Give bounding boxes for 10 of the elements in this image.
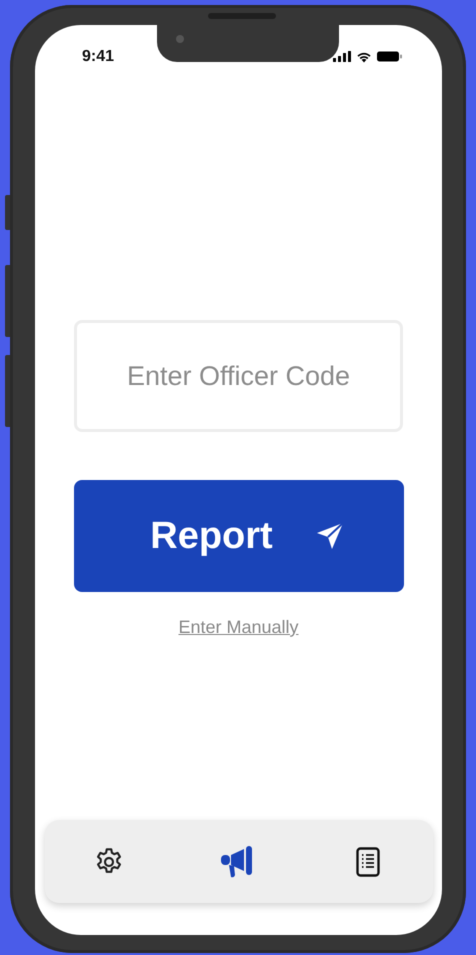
signal-icon bbox=[333, 51, 351, 62]
send-icon bbox=[314, 521, 345, 551]
enter-manually-link[interactable]: Enter Manually bbox=[178, 617, 299, 638]
officer-code-field[interactable]: Enter Officer Code bbox=[74, 320, 403, 432]
camera-dot bbox=[176, 35, 184, 43]
status-time: 9:41 bbox=[82, 48, 114, 66]
document-list-icon[interactable] bbox=[356, 846, 380, 876]
wifi-icon bbox=[356, 50, 372, 62]
battery-icon bbox=[377, 51, 402, 62]
report-button[interactable]: Report bbox=[74, 480, 404, 592]
